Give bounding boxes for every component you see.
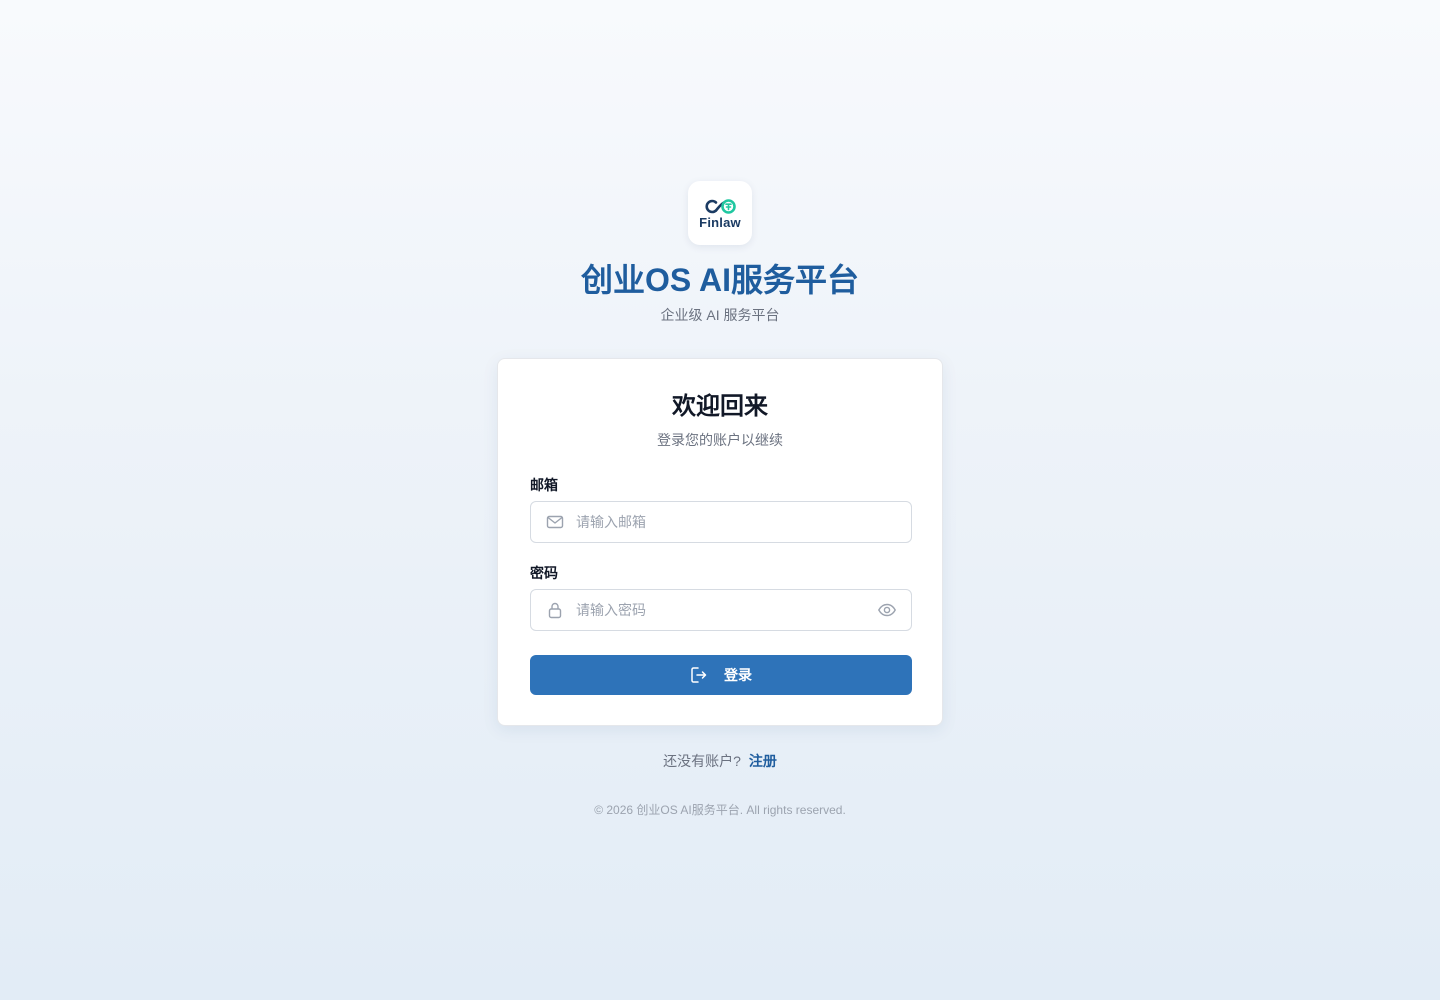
card-subtitle: 登录您的账户以继续 — [657, 432, 783, 448]
password-input[interactable] — [576, 590, 877, 630]
register-link[interactable]: 注册 — [749, 753, 777, 769]
login-button[interactable]: 登录 — [530, 655, 912, 695]
page-subtitle: 企业级 AI 服务平台 — [660, 307, 780, 323]
register-prompt: 还没有账户? — [663, 753, 741, 769]
email-input[interactable] — [576, 502, 911, 542]
finlaw-logo-icon — [705, 199, 736, 214]
brand-logo: Finlaw — [688, 181, 752, 245]
login-button-label: 登录 — [724, 667, 752, 683]
footer-copyright: © 2026 创业OS AI服务平台. All rights reserved. — [594, 803, 846, 817]
password-field-wrapper — [530, 589, 912, 631]
login-card: 欢迎回来 登录您的账户以继续 邮箱 密码 — [497, 358, 943, 726]
mail-icon — [545, 512, 565, 532]
lock-icon — [545, 600, 565, 620]
card-title: 欢迎回来 — [672, 393, 768, 420]
logo-wordmark: Finlaw — [699, 215, 741, 230]
eye-icon[interactable] — [877, 600, 897, 620]
login-icon — [690, 666, 708, 684]
password-label: 密码 — [530, 565, 558, 581]
page-title: 创业OS AI服务平台 — [581, 262, 859, 298]
email-field-wrapper — [530, 501, 912, 543]
email-label: 邮箱 — [530, 477, 558, 493]
register-row: 还没有账户? 注册 — [0, 751, 1440, 771]
